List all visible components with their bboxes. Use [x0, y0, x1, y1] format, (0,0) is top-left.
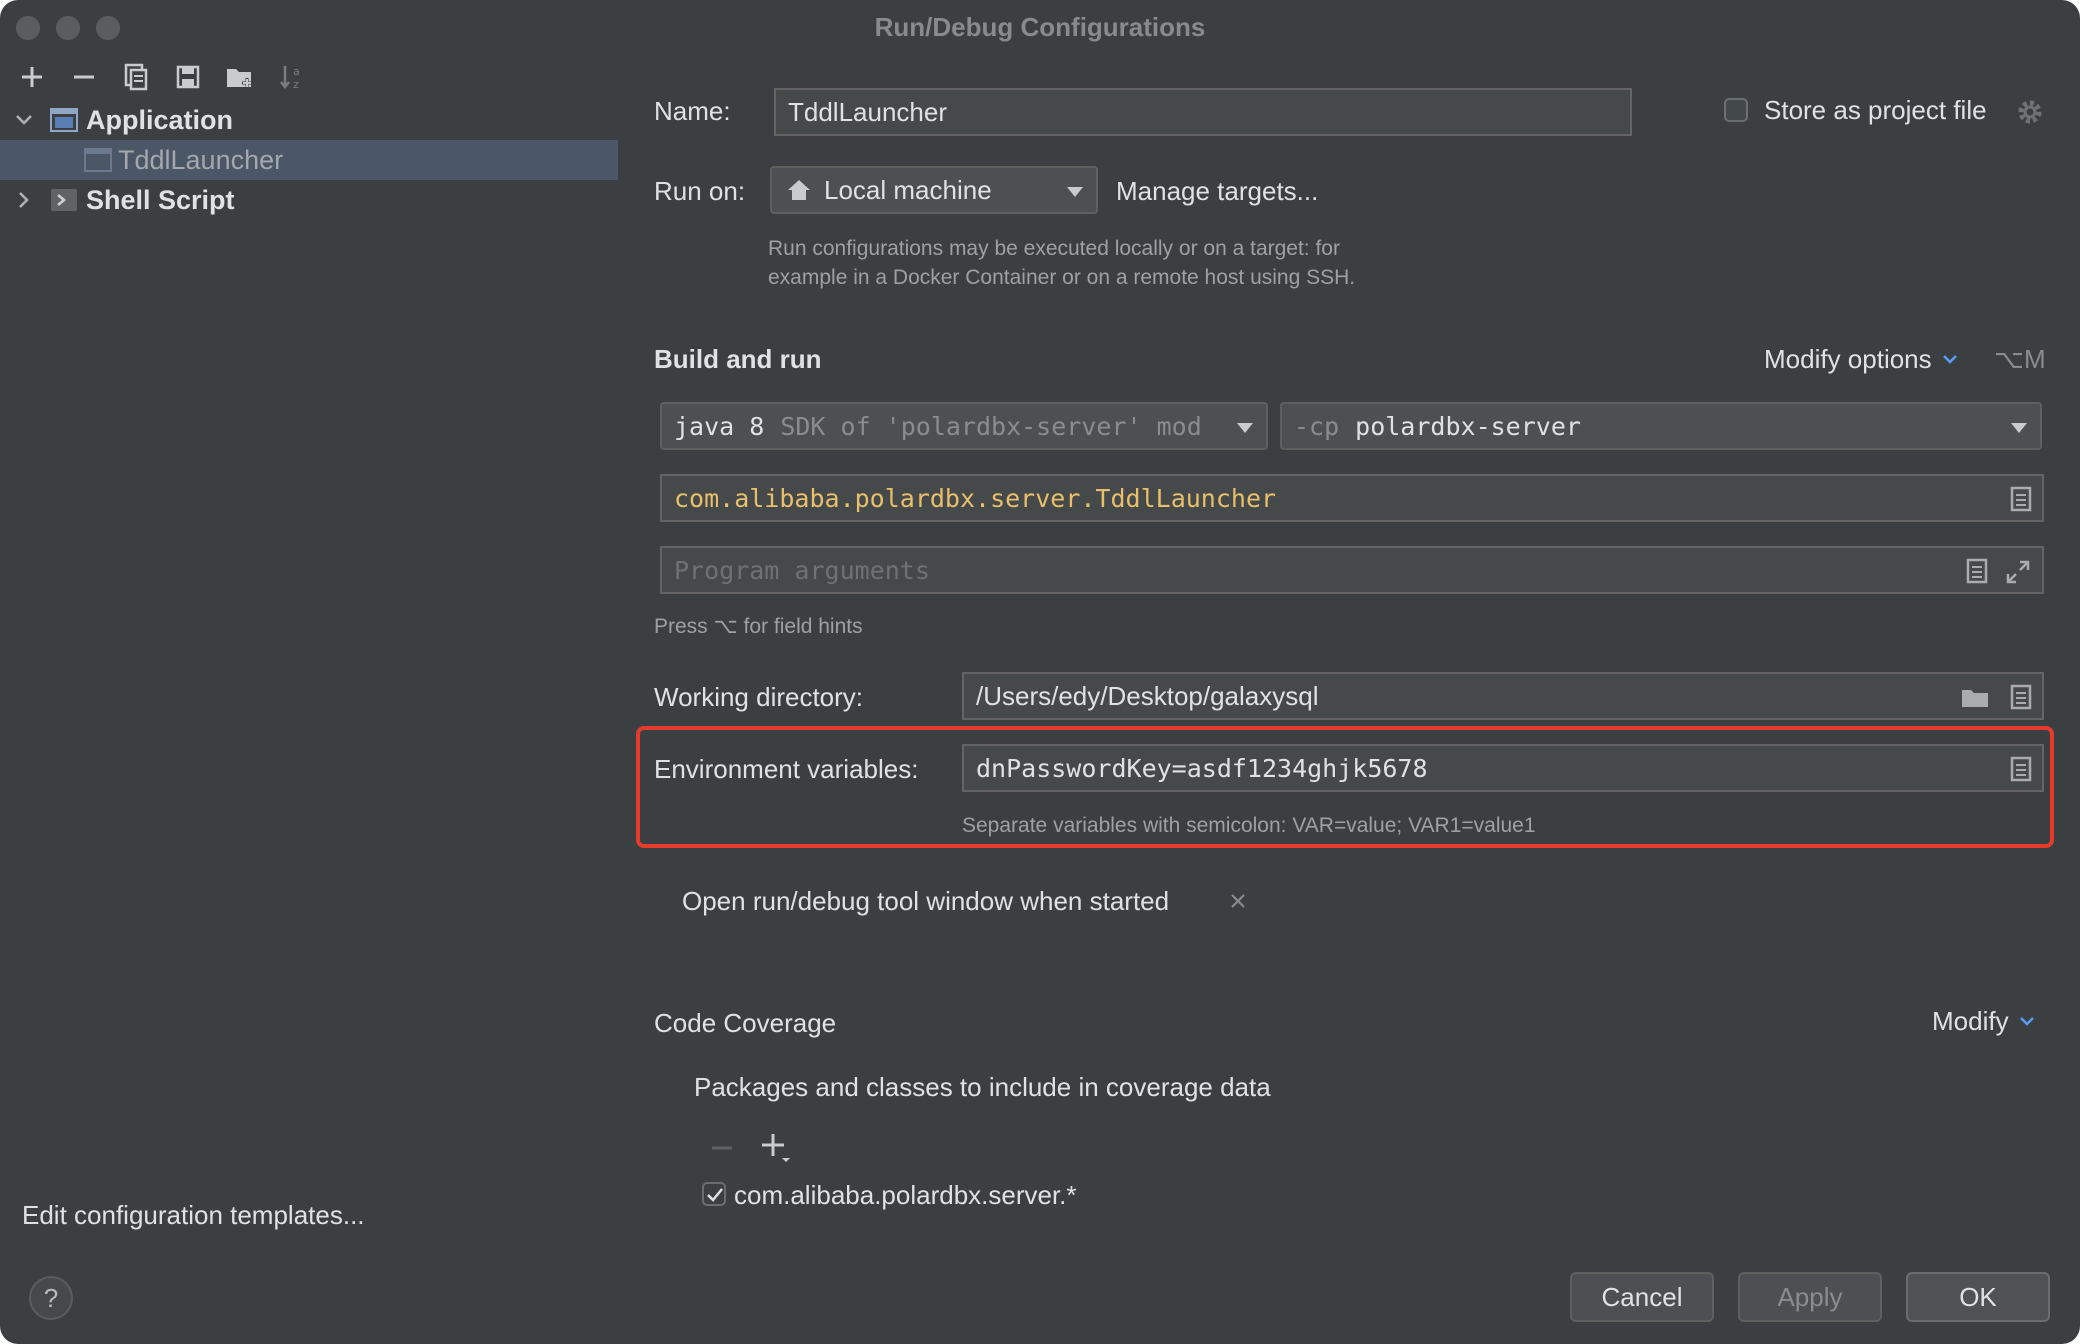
svg-text:z: z — [293, 78, 299, 91]
modify-options-label: Modify options — [1764, 344, 1932, 374]
run-on-label: Run on: — [654, 176, 746, 206]
config-toolbar: az — [14, 60, 310, 94]
main-class-input[interactable]: com.alibaba.polardbx.server.TddlLauncher — [660, 474, 2044, 522]
working-directory-label: Working directory: — [654, 682, 864, 712]
checkmark-icon — [707, 1188, 723, 1202]
run-on-select[interactable]: Local machine — [770, 166, 1098, 214]
field-hints: Press ⌥ for field hints — [654, 615, 863, 638]
chevron-down-icon — [2019, 1016, 2034, 1026]
tree-item-label: TddlLauncher — [118, 144, 284, 175]
cp-prefix: -cp — [1294, 411, 1340, 441]
coverage-packages-label: Packages and classes to include in cover… — [694, 1072, 1271, 1102]
tree-item-label: Application — [86, 104, 233, 135]
chevron-right-icon[interactable] — [14, 190, 34, 210]
environment-variables-hint: Separate variables with semicolon: VAR=v… — [962, 814, 1536, 837]
new-folder-icon[interactable] — [222, 60, 258, 94]
jdk-select[interactable]: java 8 SDK of 'polardbx-server' mod — [660, 402, 1268, 450]
tree-item-shell-script[interactable]: Shell Script — [0, 180, 618, 220]
program-arguments-input[interactable]: Program arguments — [660, 546, 2044, 594]
save-icon[interactable] — [170, 60, 206, 94]
chevron-down-icon — [1942, 354, 1957, 364]
home-icon — [788, 180, 810, 200]
zoom-window-button[interactable] — [96, 16, 120, 40]
chevron-down-icon — [1237, 423, 1253, 433]
cp-value: polardbx-server — [1355, 411, 1581, 441]
add-icon[interactable] — [760, 1132, 792, 1164]
expand-icon[interactable] — [2006, 560, 2030, 584]
application-icon — [50, 108, 78, 132]
close-icon[interactable] — [1230, 893, 1246, 909]
minimize-window-button[interactable] — [56, 16, 80, 40]
name-input[interactable]: TddlLauncher — [774, 88, 1632, 136]
copy-icon[interactable] — [118, 60, 154, 94]
list-icon[interactable] — [2010, 486, 2032, 512]
window-title: Run/Debug Configurations — [874, 12, 1206, 42]
shell-script-icon — [51, 189, 77, 211]
run-on-value: Local machine — [824, 174, 992, 205]
tree-item-tddllauncher[interactable]: TddlLauncher — [0, 140, 618, 180]
edit-configuration-templates-link[interactable]: Edit configuration templates... — [22, 1200, 365, 1231]
working-directory-input[interactable]: /Users/edy/Desktop/galaxysql — [962, 672, 2044, 720]
store-as-project-file-checkbox[interactable] — [1724, 98, 1748, 122]
manage-targets-link[interactable]: Manage targets... — [1116, 176, 1318, 207]
tree-item-application[interactable]: Application — [0, 100, 618, 140]
classpath-select[interactable]: -cp polardbx-server — [1280, 402, 2042, 450]
coverage-package-checkbox[interactable] — [702, 1182, 726, 1206]
remove-icon[interactable] — [710, 1136, 734, 1160]
run-on-hint-line-2: example in a Docker Container or on a re… — [768, 266, 1356, 289]
program-arguments-placeholder: Program arguments — [674, 555, 930, 585]
remove-icon[interactable] — [66, 60, 102, 94]
run-on-hint-line-1: Run configurations may be executed local… — [768, 237, 1340, 260]
list-icon[interactable] — [1966, 558, 1988, 584]
modify-options-shortcut: ⌥M — [1994, 344, 2046, 374]
jdk-detail: SDK of 'polardbx-server' mod — [780, 411, 1202, 441]
build-and-run-title: Build and run — [654, 344, 822, 374]
folder-icon[interactable] — [1960, 686, 1990, 710]
open-tool-window-option: Open run/debug tool window when started — [682, 886, 1170, 916]
name-label: Name: — [654, 96, 731, 126]
coverage-modify-label: Modify — [1932, 1006, 2009, 1036]
working-directory-value: /Users/edy/Desktop/galaxysql — [976, 680, 1319, 711]
svg-text:a: a — [293, 65, 300, 78]
add-icon[interactable] — [14, 60, 50, 94]
jdk-main: java 8 — [674, 411, 765, 441]
tree-item-label: Shell Script — [86, 184, 235, 215]
code-coverage-title: Code Coverage — [654, 1008, 837, 1038]
main-class-value: com.alibaba.polardbx.server.TddlLauncher — [674, 483, 1277, 513]
chevron-down-icon — [2011, 423, 2027, 433]
cancel-button[interactable]: Cancel — [1570, 1272, 1714, 1322]
help-button[interactable]: ? — [29, 1276, 73, 1320]
run-debug-dialog: Run/Debug Configurations az Application … — [0, 0, 2080, 1344]
environment-variables-input[interactable]: dnPasswordKey=asdf1234ghjk5678 — [962, 744, 2044, 792]
chevron-down-icon — [1067, 187, 1083, 197]
environment-variables-value: dnPasswordKey=asdf1234ghjk5678 — [976, 753, 1428, 783]
list-icon[interactable] — [2010, 684, 2032, 710]
chevron-down-icon[interactable] — [14, 110, 34, 130]
ok-button[interactable]: OK — [1906, 1272, 2050, 1322]
coverage-package-entry: com.alibaba.polardbx.server.* — [734, 1180, 1077, 1210]
apply-button[interactable]: Apply — [1738, 1272, 1882, 1322]
application-config-icon — [84, 148, 112, 172]
environment-variables-label: Environment variables: — [654, 754, 919, 784]
close-window-button[interactable] — [16, 16, 40, 40]
modify-options-link[interactable]: Modify options — [1764, 344, 1958, 375]
coverage-modify-link[interactable]: Modify — [1932, 1006, 2035, 1037]
sort-icon[interactable]: az — [274, 60, 310, 94]
gear-icon[interactable] — [2016, 98, 2044, 126]
store-as-project-file-label: Store as project file — [1764, 95, 1987, 125]
list-icon[interactable] — [2010, 756, 2032, 782]
